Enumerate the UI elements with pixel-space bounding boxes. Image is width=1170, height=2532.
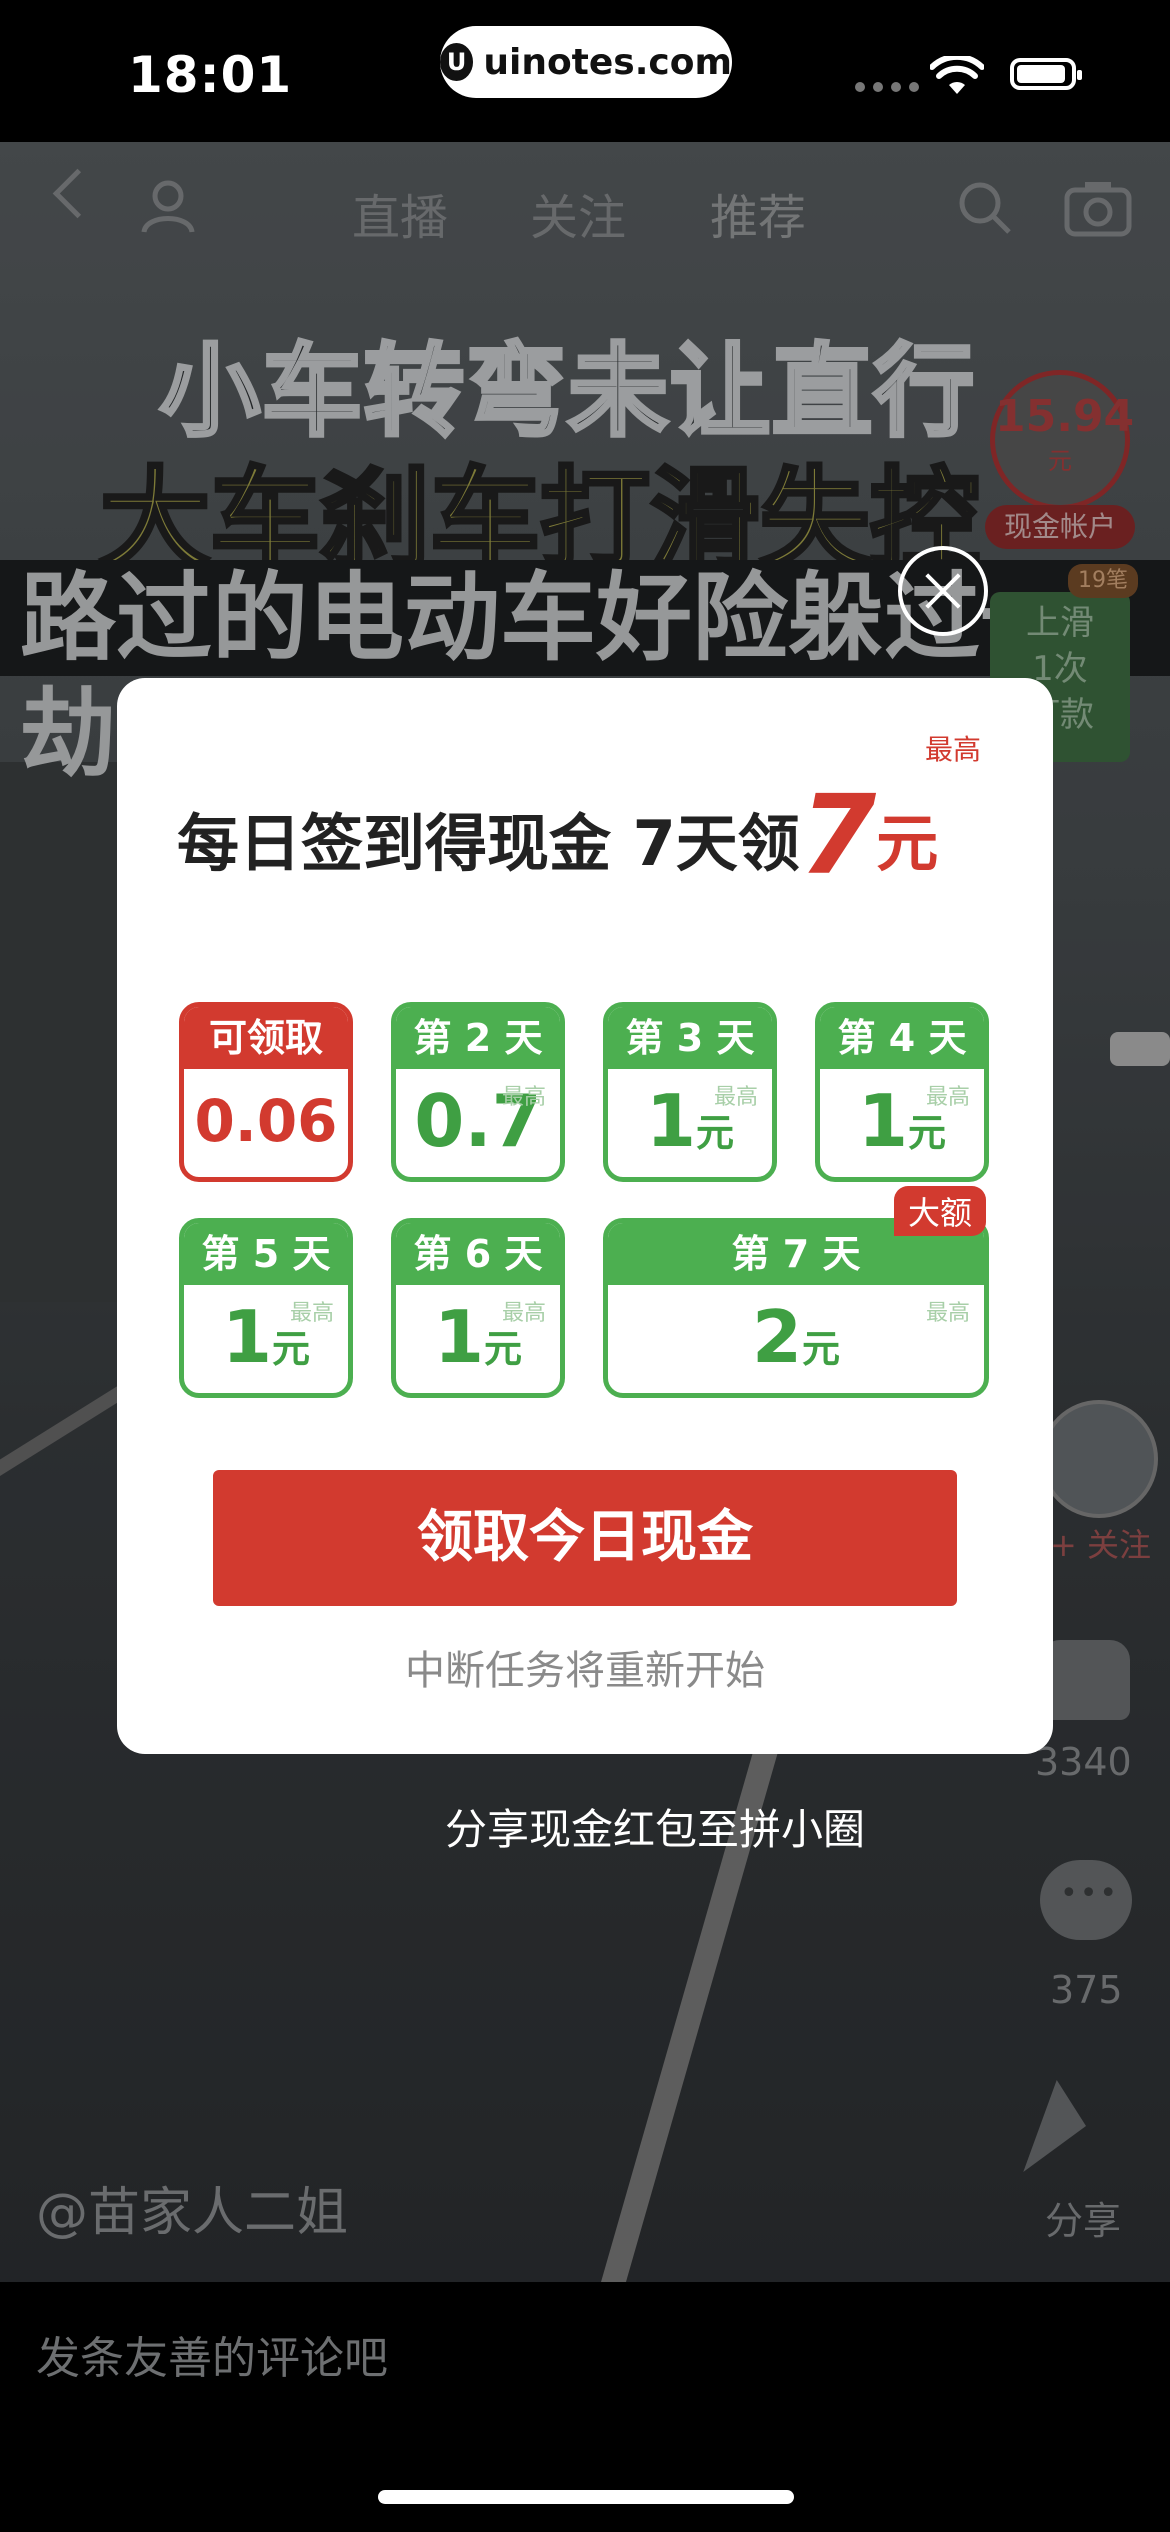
- day-card-label: 第 3 天: [608, 1007, 772, 1069]
- day-card-max: 最高: [925, 1085, 970, 1110]
- status-time: 18:01: [128, 46, 293, 104]
- day-card-max: 最高: [925, 1301, 970, 1326]
- day-card-max: 最高: [501, 1085, 546, 1110]
- claim-cash-button[interactable]: 领取今日现金: [213, 1470, 957, 1606]
- day-card-4[interactable]: 第 4 天 最高 1元: [815, 1002, 989, 1182]
- day-card-5[interactable]: 第 5 天 最高 1元: [179, 1218, 353, 1398]
- day-card-value: 0.06元: [194, 1087, 338, 1155]
- home-indicator: [378, 2490, 794, 2504]
- day-card-label: 第 6 天: [396, 1223, 560, 1285]
- site-logo-icon: U: [440, 43, 474, 81]
- day-card-6[interactable]: 第 6 天 最高 1元: [391, 1218, 565, 1398]
- close-button[interactable]: [898, 546, 988, 636]
- day-card-1[interactable]: 可领取 0.06元: [179, 1002, 353, 1182]
- url-text: uinotes.com: [483, 41, 732, 83]
- day-card-label: 第 5 天: [184, 1223, 348, 1285]
- day-card-label: 第 2 天: [396, 1007, 560, 1069]
- day-card-label: 第 4 天: [820, 1007, 984, 1069]
- checkin-modal: 最高 每日签到得现金 7天领7元 可领取 0.06元 第 2 天 最高 0.7元…: [117, 678, 1053, 1754]
- wifi-icon: [930, 56, 984, 94]
- title-max-label: 最高: [925, 733, 982, 766]
- modal-title: 每日签到得现金 7天领7元: [177, 763, 939, 899]
- comment-input[interactable]: 发条友善的评论吧: [36, 2322, 388, 2386]
- day-card-max: 最高: [289, 1301, 334, 1326]
- day-card-3[interactable]: 第 3 天 最高 1元: [603, 1002, 777, 1182]
- day-card-7[interactable]: 第 7 天 最高 2元: [603, 1218, 989, 1398]
- day-card-label: 可领取: [184, 1007, 348, 1069]
- day-card-max: 最高: [713, 1085, 758, 1110]
- modal-title-amount: 7: [799, 771, 877, 899]
- day-card-max: 最高: [501, 1301, 546, 1326]
- share-cash-link[interactable]: 分享现金红包至拼小圈: [0, 1796, 1170, 1857]
- modal-title-unit: 元: [876, 807, 939, 880]
- big-amount-badge: 大额: [894, 1186, 987, 1236]
- modal-title-text: 每日签到得现金 7天领: [177, 807, 800, 880]
- url-pill[interactable]: U uinotes.com: [440, 26, 732, 98]
- day-card-2[interactable]: 第 2 天 最高 0.7元: [391, 1002, 565, 1182]
- battery-icon: [1010, 58, 1082, 90]
- signal-icon: [855, 82, 919, 92]
- restart-note: 中断任务将重新开始: [405, 1648, 765, 1694]
